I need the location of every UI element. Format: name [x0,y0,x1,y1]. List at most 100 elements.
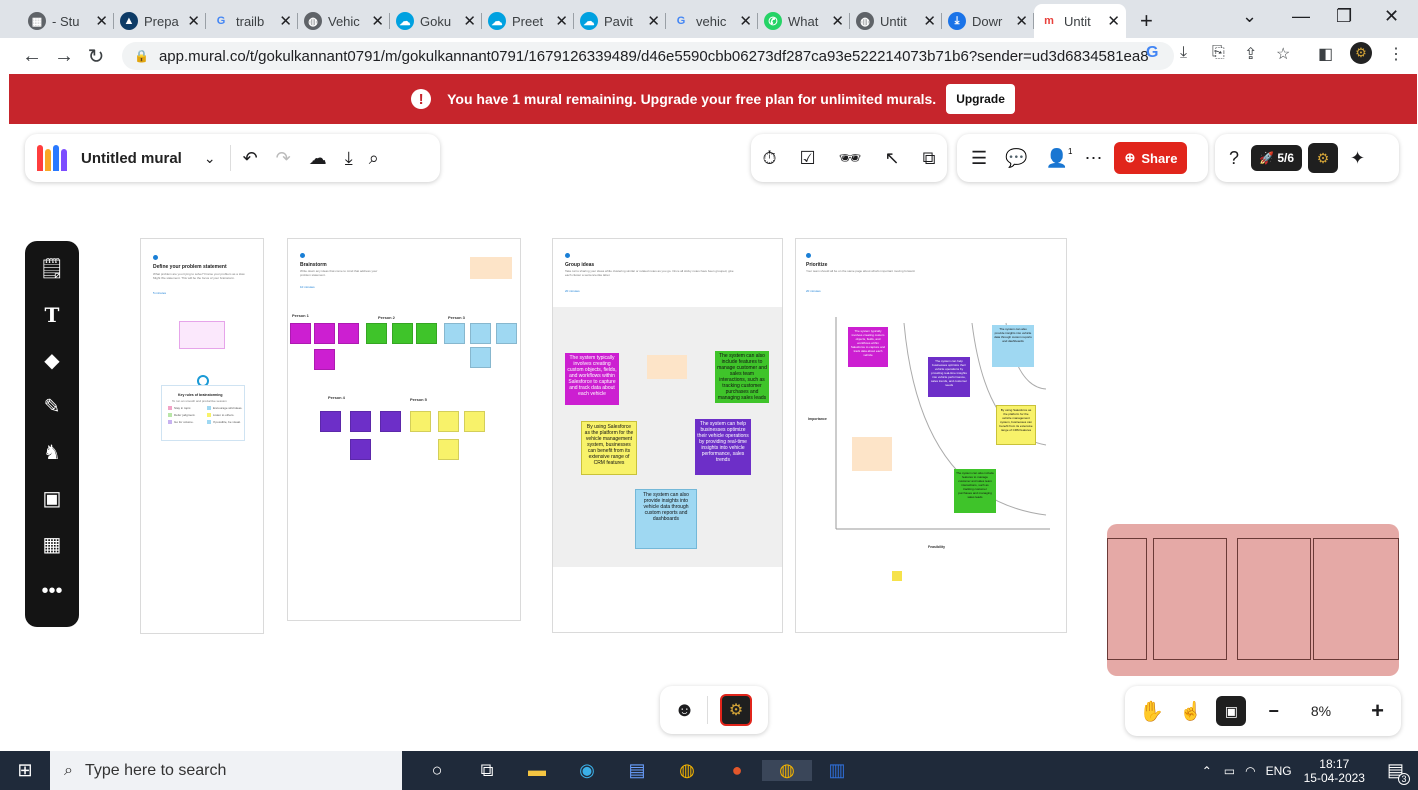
sticky-note[interactable] [338,323,359,344]
members-icon[interactable]: 👤 [1046,148,1068,169]
sticky-note[interactable] [392,323,413,344]
omnibox[interactable]: 🔒 app.mural.co/t/gokulkannant0791/m/goku… [122,42,1174,70]
download-icon[interactable]: ⤓ [345,148,353,169]
zoom-level[interactable]: 8% [1311,703,1331,719]
board-brainstorm[interactable]: Brainstorm Write down any ideas that com… [287,238,521,621]
mural-canvas[interactable]: Untitled mural ⌄ ↶ ↷ ☁ ⤓ ⌕ ⏱ ☑ 🕶 ↖ ⧉ ☰ 💬… [9,124,1417,751]
bookmark-star-icon[interactable]: ☆ [1276,44,1290,64]
sticky-note[interactable] [416,323,437,344]
sticky-note[interactable]: By using Salesforce as the platform for … [581,421,637,475]
sticky-note[interactable] [444,323,465,344]
edge-icon[interactable]: ◉ [562,760,612,781]
browser-tab[interactable]: ✆ What ✕ [758,4,850,38]
tab-close-icon[interactable]: ✕ [1015,12,1028,30]
profile-avatar[interactable]: ⚙ [1350,42,1372,64]
text-icon[interactable]: T [45,301,60,347]
minimize-icon[interactable]: — [1292,6,1310,27]
browser-tab[interactable]: Gvehic ✕ [666,4,758,38]
voting-icon[interactable]: ☑ [800,148,816,169]
sticky-note[interactable] [438,439,459,460]
sticky-note[interactable]: The system can also include features to … [954,469,996,513]
translate-icon[interactable]: ⎘ [1212,44,1225,62]
hand-tool-icon[interactable]: ✋ [1139,699,1164,724]
celebrate-avatar[interactable]: ⚙ [720,694,753,726]
browser-tab[interactable]: m Untit ✕ [1034,4,1126,38]
cortana-icon[interactable]: ○ [412,760,462,781]
sticky-note[interactable] [470,347,491,368]
cloud-saved-icon[interactable]: ☁ [309,148,327,169]
tab-close-icon[interactable]: ✕ [739,12,752,30]
url-text[interactable]: app.mural.co/t/gokulkannant0791/m/gokulk… [159,48,1149,65]
private-mode-icon[interactable]: 🕶 [839,148,862,169]
image-icon[interactable]: ▣ [43,485,62,531]
search-icon[interactable]: ⌕ [369,148,379,169]
more-icon[interactable]: ⋯ [1084,148,1102,169]
sticky-note-icon[interactable]: 🗒 [39,255,64,301]
sticky-note[interactable] [350,439,371,460]
chat-icon[interactable]: 💬 [1005,148,1027,169]
battery-icon[interactable]: ▭ [1224,764,1235,778]
sticky-note[interactable]: The system can also provide insights int… [635,489,697,549]
new-tab-button[interactable]: + [1140,4,1153,38]
browser-tab[interactable]: ☁ Preet ✕ [482,4,574,38]
notification-icon[interactable]: ▤ 3 [1387,760,1410,785]
undo-icon[interactable]: ↶ [243,148,258,169]
tab-close-icon[interactable]: ✕ [279,12,292,30]
board-problem-statement[interactable]: Define your problem statement What probl… [140,238,264,634]
word-icon[interactable]: ▥ [812,760,862,781]
task-view-icon[interactable]: ⧉ [462,760,512,781]
browser-tab[interactable]: ⤓ Dowr ✕ [942,4,1034,38]
side-panel-icon[interactable]: ◧ [1318,44,1333,64]
sparkle-icon[interactable]: ✦ [1350,148,1365,169]
sticky-note[interactable] [380,411,401,432]
browser-tab[interactable]: Gtrailb ✕ [206,4,298,38]
tab-close-icon[interactable]: ✕ [187,12,200,30]
sticky-note[interactable]: By using Salesforce as the platform for … [996,405,1036,445]
tip-note[interactable] [647,355,687,379]
tab-close-icon[interactable]: ✕ [371,12,384,30]
share-page-icon[interactable]: ⇪ [1244,44,1257,64]
chrome-icon[interactable]: ◍ [662,760,712,781]
chrome-menu-icon[interactable]: ⋮ [1388,44,1404,64]
timer-icon[interactable]: ⏱ [763,148,777,169]
tab-search-icon[interactable]: ⌄ [1242,6,1257,27]
sticky-note[interactable] [366,323,387,344]
file-explorer-icon[interactable]: ▬ [512,760,562,781]
sticky-note[interactable] [320,411,341,432]
browser-tab[interactable]: ◍ Untit ✕ [850,4,942,38]
wifi-icon[interactable]: ◠ [1245,764,1255,778]
brainstorm-rules-card[interactable]: Key rules of brainstorming To run an smo… [161,385,245,441]
sticky-note[interactable] [438,411,459,432]
sticky-note[interactable]: The system can help businesses optimize … [928,357,970,397]
upgrade-button[interactable]: Upgrade [946,84,1015,114]
browser-tab[interactable]: ▦ - Stu ✕ [22,4,114,38]
mural-title[interactable]: Untitled mural [81,150,182,167]
share-button[interactable]: ⊕ Share [1114,142,1188,174]
summon-icon[interactable]: ↖ [885,148,900,169]
more-tools-icon[interactable]: ••• [41,577,62,623]
tab-close-icon[interactable]: ✕ [555,12,568,30]
outline-icon[interactable]: ⧉ [923,148,936,169]
onboarding-progress[interactable]: 🚀 5/6 [1251,145,1302,171]
minimap[interactable] [1107,524,1399,676]
sticky-note[interactable] [496,323,517,344]
dev-icon[interactable]: ▤ [612,760,662,781]
zoom-in-icon[interactable]: + [1371,698,1384,724]
sticky-note[interactable]: The system can help businesses optimize … [695,419,751,475]
sticky-note[interactable] [290,323,311,344]
chevron-down-icon[interactable]: ⌄ [204,150,216,167]
tab-close-icon[interactable]: ✕ [95,12,108,30]
sticky-note[interactable] [464,411,485,432]
draw-icon[interactable]: ✎ [44,393,61,439]
zoom-out-icon[interactable]: − [1268,701,1279,722]
tab-close-icon[interactable]: ✕ [1107,12,1120,30]
map-toggle-icon[interactable]: ▣ [1216,696,1247,726]
user-avatar[interactable]: ⚙ [1308,143,1338,173]
icons-library-icon[interactable]: ♞ [43,439,61,485]
redo-icon[interactable]: ↷ [276,148,291,169]
reload-icon[interactable]: ↻ [80,44,112,69]
taskbar-search[interactable]: ⌕ Type here to search [50,751,402,790]
small-yellow-note[interactable] [892,571,902,581]
tip-note[interactable] [852,437,892,471]
tab-close-icon[interactable]: ✕ [463,12,476,30]
